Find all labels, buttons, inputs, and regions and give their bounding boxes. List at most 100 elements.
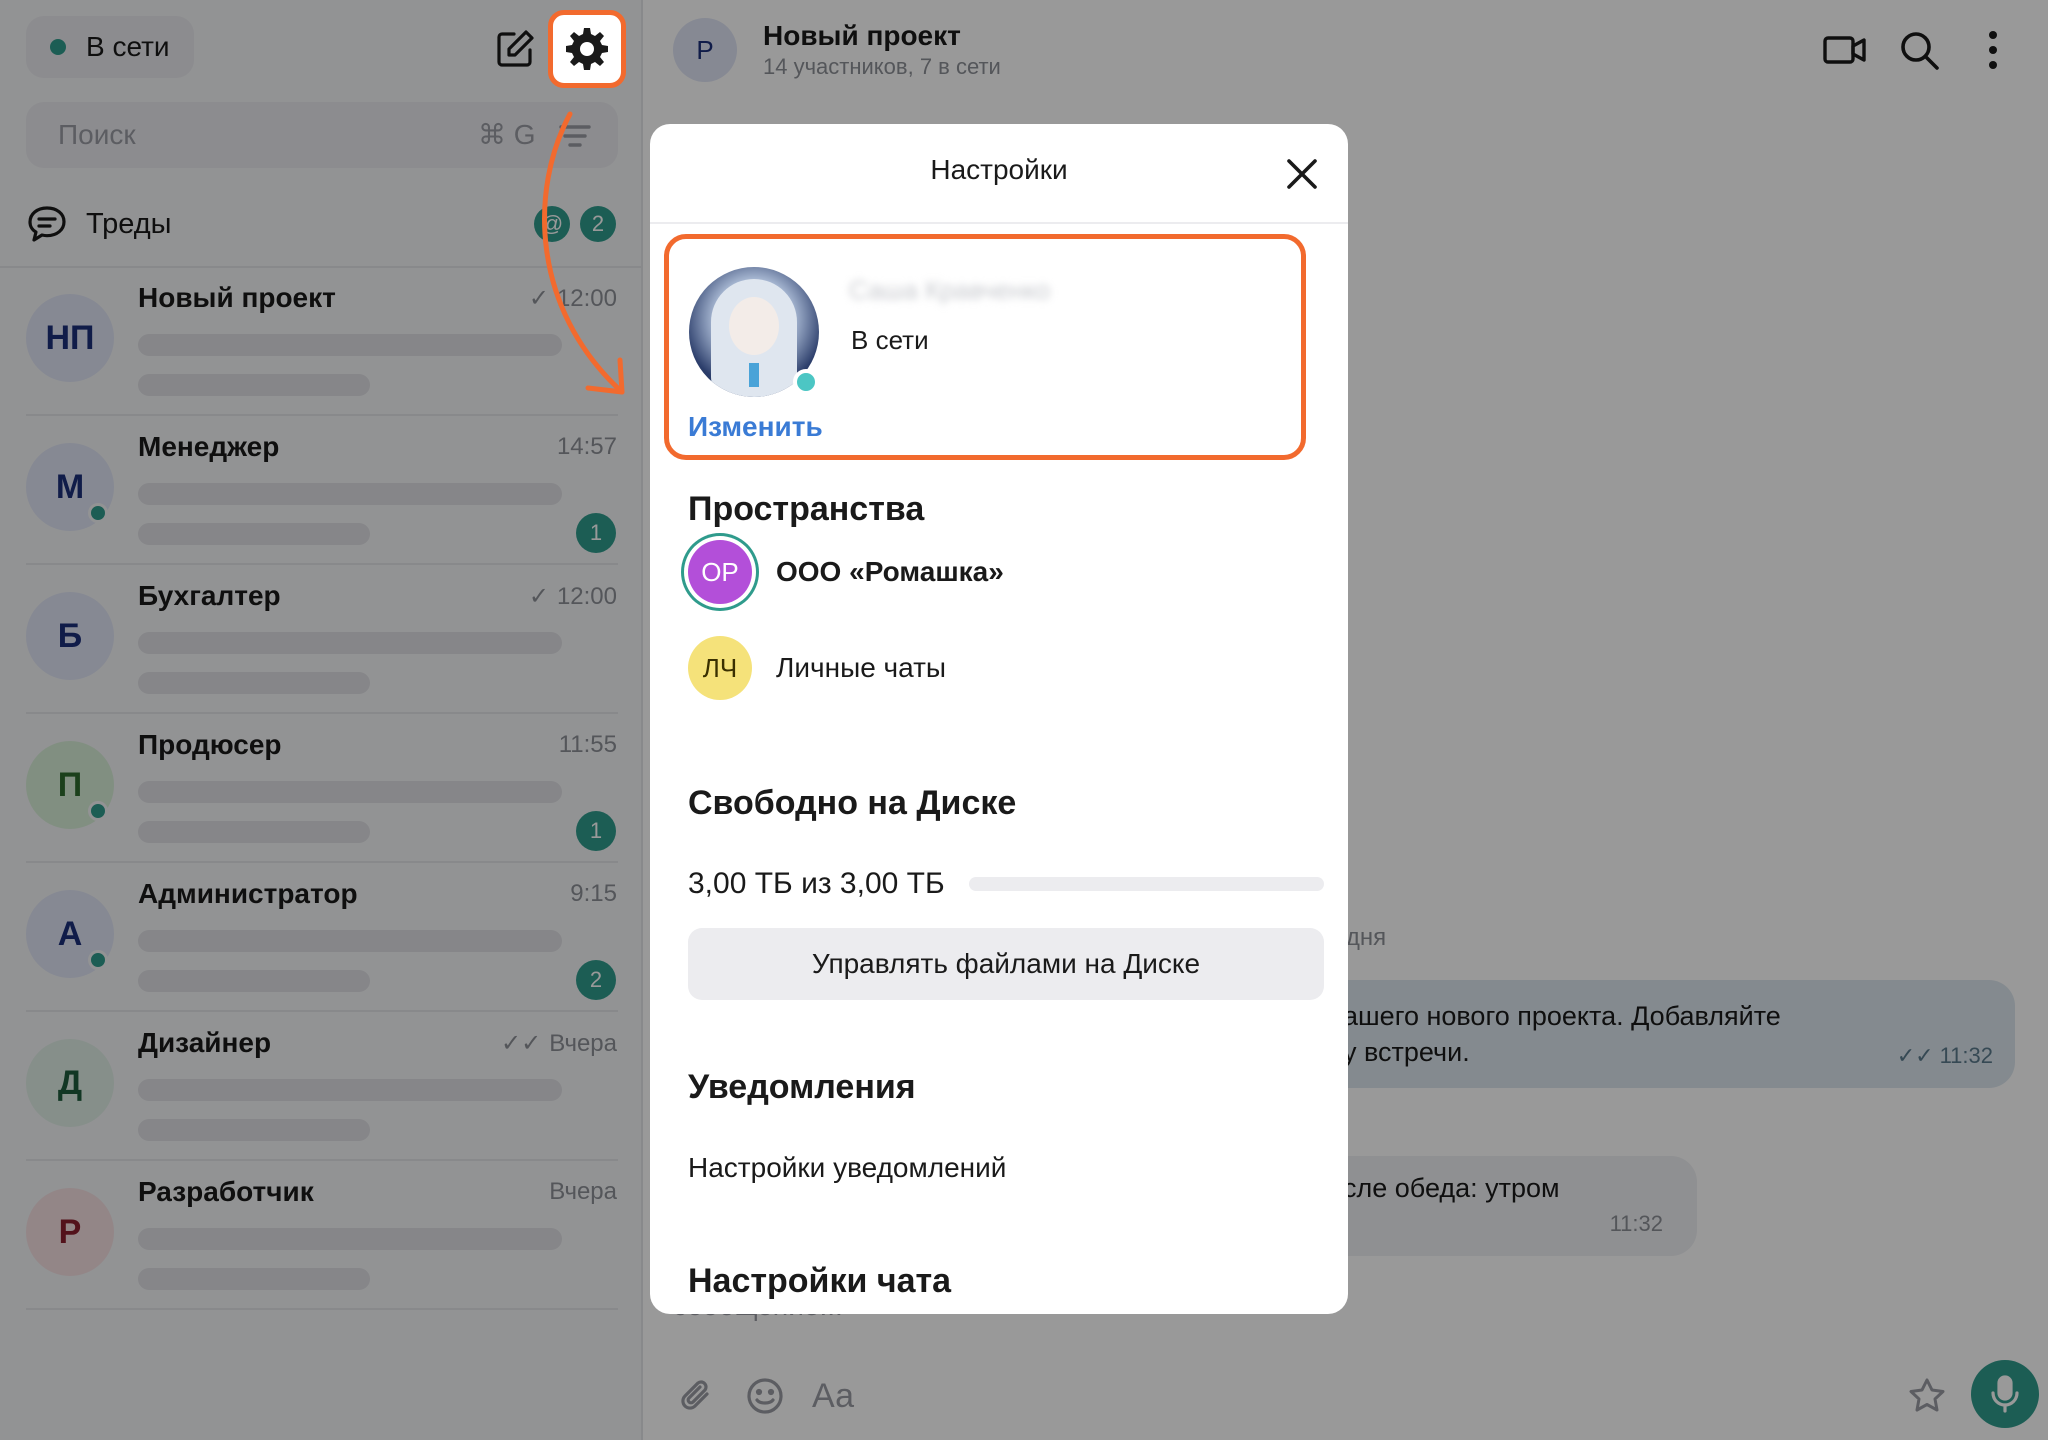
chat-item-avatar: Р [26,1188,114,1276]
online-indicator [88,503,108,523]
hint-arrow [542,111,625,395]
video-camera-icon [1823,36,1866,64]
chat-item-timestamp: 11:55 [558,731,617,758]
message-text-line: у встречи. [1343,1037,1470,1067]
chat-item-divider [26,1010,618,1012]
chat-item-name: Новый проект [138,282,336,313]
status-label: В сети [86,31,170,62]
disk-title: Свободно на Диске [688,784,1017,822]
chat-subtitle: 14 участников, 7 в сети [763,54,1001,79]
close-icon [1287,159,1317,189]
chat-header: Р Новый проект 14 участников, 7 в сети [643,0,2048,104]
chat-settings-title: Настройки чата [688,1262,952,1300]
unread-badge: 1 [576,513,616,553]
message-preview-placeholder [138,632,562,654]
chat-item-timestamp: 9:15 [570,880,617,907]
chat-item-avatar: Б [26,592,114,680]
disk-usage-text: 3,00 ТБ из 3,00 ТБ [688,867,945,900]
space-item[interactable]: ЛЧ Личные чаты [688,630,1308,706]
chat-list-item[interactable]: Р Разработчик Вчера [0,1162,643,1310]
chat-bubble-icon [28,206,66,242]
profile-name: Саша Кравченко [849,275,1051,305]
microphone-icon [1991,1375,2019,1413]
chat-item-divider [26,712,618,714]
more-vertical-icon [1989,31,1997,69]
chat-list-item[interactable]: Д Дизайнер ✓✓ Вчера [0,1013,643,1161]
message-preview-placeholder [138,1228,562,1250]
manage-disk-button[interactable]: Управлять файлами на Диске [688,928,1324,1000]
favorite-button[interactable] [1901,1370,1953,1422]
space-label: ООО «Ромашка» [776,556,1004,587]
voice-message-button[interactable] [1971,1360,2039,1428]
message-preview-placeholder [138,1079,562,1101]
chat-avatar[interactable]: Р [673,18,737,82]
chat-item-divider [26,1159,618,1161]
search-button[interactable] [1895,26,1943,74]
modal-title: Настройки [930,154,1068,185]
message-preview-placeholder [138,523,370,545]
message-meta: ✓✓ 11:32 [1897,1038,1993,1074]
message-preview-placeholder [138,672,370,694]
chat-item-timestamp: 14:57 [556,433,617,460]
settings-modal: Настройки Саша Кравченко В сети Изменить… [650,124,1348,1314]
chat-item-timestamp: Вчера [549,1029,617,1057]
chat-item-divider [26,563,618,565]
notification-settings-link[interactable]: Настройки уведомлений [688,1152,1006,1184]
message-text: сле обеда: утром [1343,1173,1560,1203]
space-item[interactable]: ОР ООО «Ромашка» [688,534,1308,610]
chat-title[interactable]: Новый проект [763,20,961,52]
avatar-face [729,297,779,355]
message-preview-placeholder [138,483,562,505]
chat-list-item[interactable]: Б Бухгалтер ✓ 12:00 [0,566,643,714]
settings-button[interactable] [548,10,626,88]
chat-item-avatar: Д [26,1039,114,1127]
more-button[interactable] [1969,26,2017,74]
message-preview-placeholder [138,930,562,952]
chat-list-item[interactable]: А Администратор 9:15 2 [0,864,643,1012]
message-preview-placeholder [138,821,370,843]
close-button[interactable] [1280,152,1324,196]
attach-button[interactable] [671,1370,723,1422]
disk-usage: 3,00 ТБ из 3,00 ТБ [688,864,1324,904]
chat-item-divider [26,414,618,416]
incoming-message[interactable]: сле обеда: утром 11:32 [1313,1156,1697,1256]
chat-list-item[interactable]: П Продюсер 11:55 1 [0,715,643,863]
read-checks-icon: ✓✓ [501,1030,542,1057]
chat-item-name: Администратор [138,878,358,909]
search-icon [1901,32,1939,70]
search-input[interactable] [58,119,418,151]
message-time: 11:32 [1939,1043,1993,1068]
outgoing-message[interactable]: ашего нового проекта. Добавляйте у встре… [1313,980,2015,1088]
composer-toolbar: Аа [643,1360,2048,1430]
emoji-button[interactable] [739,1370,791,1422]
disk-usage-bar [968,877,1324,891]
chat-item-time: Вчера [549,1178,617,1206]
chat-item-name: Продюсер [138,729,282,760]
space-avatar: ОР [688,540,752,604]
read-checks-icon: ✓ [528,583,549,610]
unread-badge: 1 [576,811,616,851]
online-status-dot [50,39,66,55]
notifications-title: Уведомления [688,1068,916,1106]
status-selector[interactable]: В сети [26,16,194,78]
message-preview-placeholder [138,1119,370,1141]
unread-badge: 2 [576,960,616,1000]
avatar-detail [749,363,759,387]
edit-profile-link[interactable]: Изменить [688,411,823,443]
chat-item-timestamp: 12:00 [556,582,617,610]
chat-item-name: Бухгалтер [138,580,281,611]
profile-card[interactable]: Саша Кравченко В сети Изменить [664,234,1306,460]
compose-button[interactable] [490,24,540,74]
chat-item-time: ✓ 12:00 [529,582,617,611]
message-preview-placeholder [138,374,370,396]
compose-icon [497,30,534,67]
text-format-button[interactable]: Аа [807,1370,859,1422]
message-preview-placeholder [138,334,562,356]
chat-item-avatar: НП [26,294,114,382]
chat-item-time: 14:57 [557,433,617,461]
online-indicator [88,801,108,821]
chat-list-item[interactable]: М Менеджер 14:57 1 [0,417,643,565]
video-call-button[interactable] [1821,26,1869,74]
chat-item-time: 9:15 [570,880,617,908]
chat-item-name: Разработчик [138,1176,314,1207]
